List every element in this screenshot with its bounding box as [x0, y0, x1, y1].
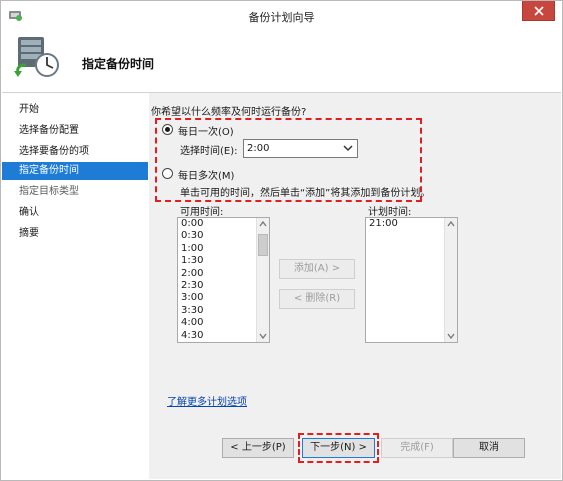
time-select[interactable]: 2:00 — [243, 139, 358, 158]
learn-more-link[interactable]: 了解更多计划选项 — [167, 393, 247, 408]
scroll-up-icon[interactable] — [445, 218, 457, 230]
close-icon — [534, 6, 544, 16]
previous-button[interactable]: < 上一步(P) — [222, 438, 294, 458]
multiple-daily-radio[interactable] — [162, 168, 173, 179]
wizard-header: 指定备份时间 — [2, 31, 561, 93]
frequency-question: 你希望以什么频率及何时运行备份? — [151, 107, 307, 118]
nav-step-summary: 摘要 — [19, 228, 39, 239]
chevron-down-icon — [343, 145, 353, 152]
scheduled-times-list[interactable]: 21:00 — [365, 217, 458, 343]
multiple-daily-label[interactable]: 每日多次(M) — [178, 167, 234, 182]
scroll-down-icon[interactable] — [445, 330, 457, 342]
cancel-button[interactable]: 取消 — [453, 438, 525, 458]
nav-step-destination-type: 指定目标类型 — [19, 186, 79, 197]
once-daily-radio[interactable] — [162, 124, 173, 135]
available-times-scrollbar[interactable] — [256, 218, 269, 342]
select-time-label: 选择时间(E): — [180, 146, 238, 157]
nav-step-start: 开始 — [19, 104, 39, 115]
title-bar: 备份计划向导 — [1, 1, 562, 31]
wizard-steps-nav: 开始 选择备份配置 选择要备份的项 指定备份时间 指定目标类型 确认 摘要 — [2, 93, 148, 479]
multiple-daily-hint: 单击可用的时间，然后单击“添加”将其添加到备份计划。 — [180, 188, 431, 199]
nav-step-backup-time: 指定备份时间 — [2, 162, 148, 180]
scroll-down-icon[interactable] — [257, 330, 269, 342]
nav-step-confirm: 确认 — [19, 207, 39, 218]
close-button[interactable] — [522, 1, 555, 21]
scroll-thumb[interactable] — [258, 234, 268, 256]
content-pane: 你希望以什么频率及何时运行备份? 每日一次(O) 选择时间(E): 2:00 每… — [149, 93, 561, 479]
wizard-window: 备份计划向导 指定备份时间 开始 选择备份配置 选择要备份的项 指定备份时间 指… — [0, 0, 563, 481]
scheduled-times-label: 计划时间: — [368, 207, 412, 218]
available-times-label: 可用时间: — [180, 207, 224, 218]
scheduled-times-scrollbar[interactable] — [444, 218, 457, 342]
backup-schedule-icon — [14, 37, 59, 77]
once-daily-label[interactable]: 每日一次(O) — [178, 123, 234, 138]
window-title: 备份计划向导 — [248, 11, 315, 24]
finish-button[interactable]: 完成(F) — [381, 438, 453, 458]
scroll-up-icon[interactable] — [257, 218, 269, 230]
nav-step-select-items: 选择要备份的项 — [19, 146, 89, 157]
available-times-list[interactable]: 0:00 0:30 1:00 1:30 2:00 2:30 3:00 3:30 … — [177, 217, 270, 343]
remove-time-button[interactable]: < 删除(R) — [279, 289, 355, 309]
next-button[interactable]: 下一步(N) > — [302, 438, 375, 458]
add-time-button[interactable]: 添加(A) > — [279, 259, 355, 279]
time-select-value: 2:00 — [247, 143, 270, 154]
page-title: 指定备份时间 — [82, 57, 155, 71]
nav-step-backup-config: 选择备份配置 — [19, 125, 79, 136]
